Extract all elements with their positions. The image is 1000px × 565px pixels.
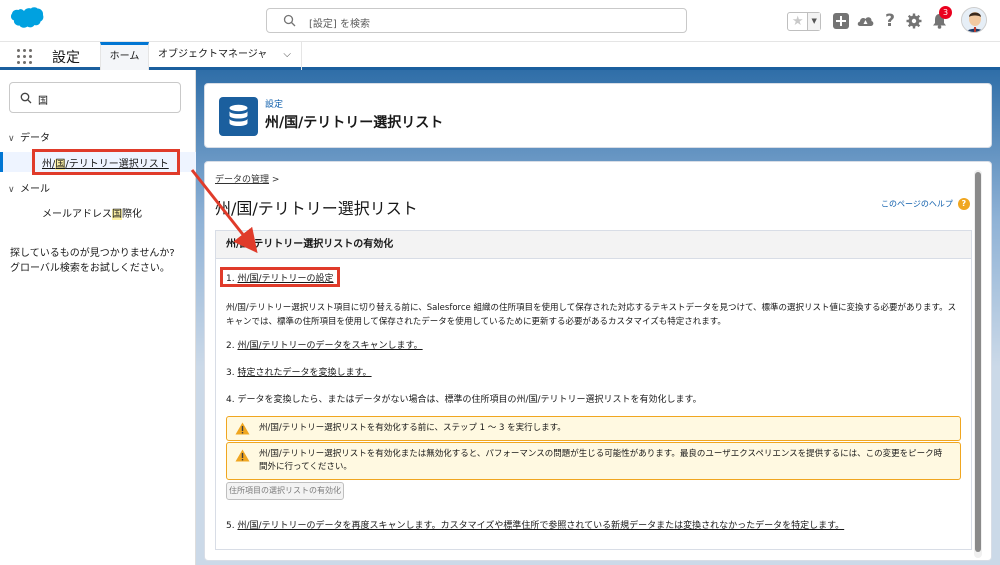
- help-line: グローバル検索をお試しください。: [10, 263, 170, 274]
- notification-badge: 3: [939, 6, 952, 19]
- app-name: 設定: [52, 50, 80, 66]
- breadcrumb-separator: >: [269, 175, 280, 185]
- help-line: 探しているものが見つかりませんか?: [10, 248, 175, 259]
- add-icon[interactable]: [832, 12, 850, 30]
- step-4: 4. データを変換したら、またはデータがない場合は、標準の住所項目の州/国/テリ…: [226, 395, 702, 405]
- global-search-input[interactable]: [設定] を検索: [266, 8, 687, 33]
- quick-find-value: 国: [38, 96, 48, 107]
- scan-data-link[interactable]: 州/国/テリトリーのデータをスキャンします。: [237, 341, 422, 351]
- search-highlight: 国: [112, 209, 122, 220]
- chevron-down-icon[interactable]: ⌵: [283, 42, 291, 68]
- annotation-highlight-box: [32, 149, 180, 175]
- star-icon[interactable]: ★: [788, 13, 807, 30]
- enable-picklists-section: 州/国/テリトリー選択リストの有効化 1. 州/国/テリトリーの設定 州/国/テ…: [215, 230, 972, 550]
- breadcrumb: データの管理 >: [215, 172, 279, 185]
- trailhead-icon[interactable]: [856, 12, 874, 30]
- warning-message: 州/国/テリトリー選択リストを有効化または無効化すると、パフォーマンスの問題が生…: [226, 442, 961, 480]
- chevron-down-icon[interactable]: ∨: [8, 185, 20, 195]
- main-content: 設定 州/国/テリトリー選択リスト データの管理 > 州/国/テリトリー選択リス…: [196, 70, 1000, 565]
- item-text: 際化: [122, 209, 142, 220]
- tree-node-label: メール: [20, 184, 50, 195]
- content-title: 州/国/テリトリー選択リスト: [215, 199, 418, 218]
- salesforce-logo-icon[interactable]: [10, 6, 44, 32]
- annotation-highlight-box: [220, 267, 340, 287]
- global-header: [設定] を検索 ★ ▼ ? 3: [0, 0, 1000, 42]
- warning-message: 州/国/テリトリー選択リストを有効化する前に、ステップ 1 ～ 3 を実行します…: [226, 416, 961, 441]
- quick-find-input[interactable]: 国: [9, 82, 181, 113]
- step-number: 5.: [226, 521, 238, 531]
- app-navigation-bar: 設定 ホーム オブジェクトマネージャ ⌵: [0, 42, 1000, 70]
- tab-object-manager[interactable]: オブジェクトマネージャ ⌵: [150, 42, 302, 70]
- rescan-data-link[interactable]: 州/国/テリトリーのデータを再度スキャンします。カスタマイズや標準住所で参照され…: [237, 521, 844, 531]
- scrollbar[interactable]: [974, 170, 982, 558]
- favorites-dropdown-icon[interactable]: ▼: [807, 13, 820, 30]
- warning-icon: [235, 422, 250, 435]
- tree-node-label: データ: [20, 133, 50, 144]
- warning-text: 州/国/テリトリー選択リストを有効化する前に、ステップ 1 ～ 3 を実行します…: [259, 423, 566, 433]
- no-results-help: 探しているものが見つかりませんか? グローバル検索をお試しください。: [10, 246, 190, 276]
- setup-content: データの管理 > 州/国/テリトリー選択リスト このページのヘルプ? 州/国/テ…: [204, 161, 992, 561]
- item-text: メールアドレス: [42, 209, 112, 220]
- enable-address-picklists-button[interactable]: 住所項目の選択リストの有効化: [226, 482, 344, 500]
- database-icon: [219, 97, 258, 136]
- warning-icon: [235, 449, 250, 462]
- warning-text: 州/国/テリトリー選択リストを有効化または無効化すると、パフォーマンスの問題が生…: [259, 449, 943, 472]
- help-icon[interactable]: ?: [957, 198, 970, 210]
- breadcrumb-link[interactable]: データの管理: [215, 175, 269, 185]
- search-placeholder: [設定] を検索: [309, 19, 370, 30]
- app-launcher-icon[interactable]: [17, 49, 32, 64]
- tree-node-data[interactable]: ∨ データ: [8, 129, 50, 144]
- page-title: 州/国/テリトリー選択リスト: [265, 115, 444, 131]
- help-link-label[interactable]: このページのヘルプ: [881, 200, 953, 209]
- tree-node-email[interactable]: ∨ メール: [8, 180, 50, 195]
- section-title: 州/国/テリトリー選択リストの有効化: [216, 231, 971, 259]
- help-icon[interactable]: ?: [881, 11, 899, 31]
- step-2: 2. 州/国/テリトリーのデータをスキャンします。: [226, 338, 423, 351]
- sidebar-item-email-internationalization[interactable]: メールアドレス国際化: [42, 205, 142, 220]
- convert-data-link[interactable]: 特定されたデータを変換します。: [237, 368, 371, 378]
- search-icon: [20, 92, 32, 104]
- gear-icon[interactable]: [905, 12, 923, 30]
- search-icon: [283, 14, 296, 27]
- step-number: 2.: [226, 341, 238, 351]
- page-header: 設定 州/国/テリトリー選択リスト: [204, 83, 992, 148]
- help-for-this-page-link[interactable]: このページのヘルプ?: [881, 198, 970, 210]
- avatar[interactable]: [961, 7, 987, 33]
- tab-home[interactable]: ホーム: [100, 42, 149, 70]
- step-number: 3.: [226, 368, 238, 378]
- step-1-description: 州/国/テリトリー選択リスト項目に切り替える前に、Salesforce 組織の住…: [226, 303, 957, 327]
- scrollbar-thumb[interactable]: [975, 172, 981, 552]
- chevron-down-icon[interactable]: ∨: [8, 134, 20, 144]
- setup-sidebar: 国 ∨ データ 州/国/テリトリー選択リスト ∨ メール メールアドレス国際化 探し…: [0, 70, 196, 565]
- step-5: 5. 州/国/テリトリーのデータを再度スキャンします。カスタマイズや標準住所で参…: [226, 518, 844, 531]
- favorites-button[interactable]: ★ ▼: [787, 12, 821, 31]
- header-section-label: 設定: [265, 100, 284, 110]
- tab-object-manager-label: オブジェクトマネージャ: [158, 49, 268, 60]
- step-3: 3. 特定されたデータを変換します。: [226, 365, 372, 378]
